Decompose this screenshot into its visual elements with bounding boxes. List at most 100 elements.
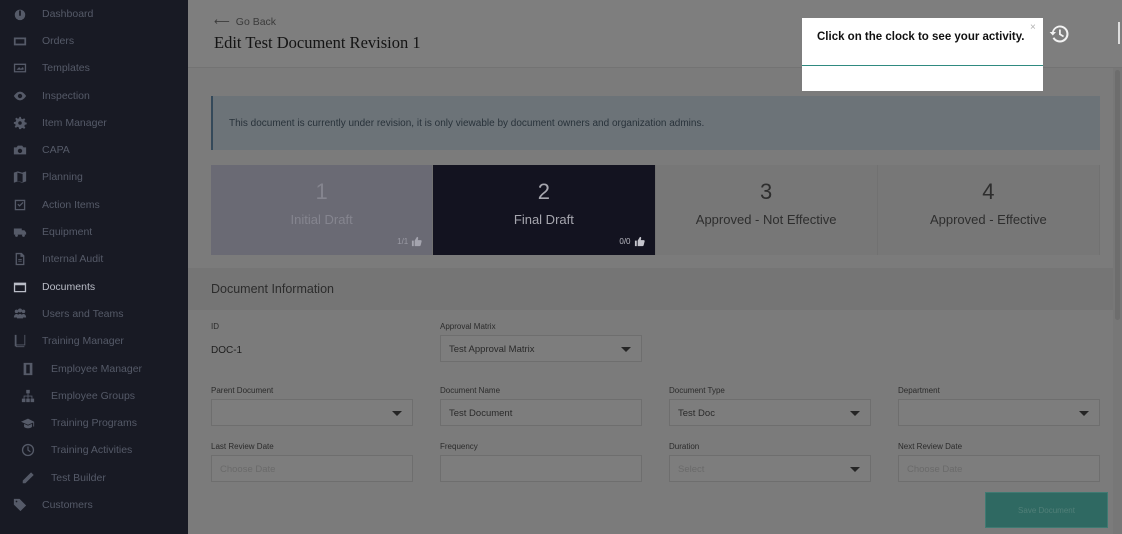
step-approved-effective[interactable]: 4 Approved - Effective bbox=[877, 165, 1100, 255]
sidebar-item-label: Equipment bbox=[42, 226, 93, 239]
sidebar-item-label: Templates bbox=[42, 62, 90, 75]
folder-icon bbox=[12, 279, 28, 295]
eye-icon bbox=[12, 88, 28, 104]
close-icon[interactable]: × bbox=[1030, 22, 1036, 33]
step-count-text: 0/0 bbox=[619, 237, 631, 246]
next-review-date-label: Next Review Date bbox=[898, 442, 963, 451]
chevron-down-icon bbox=[850, 411, 860, 416]
sidebar-item-employee-groups[interactable]: Employee Groups bbox=[0, 382, 188, 409]
step-number: 3 bbox=[760, 179, 773, 204]
activity-history-button[interactable] bbox=[1049, 23, 1071, 45]
duration-placeholder: Select bbox=[678, 464, 705, 475]
sidebar-item-planning[interactable]: Planning bbox=[0, 164, 188, 191]
approval-matrix-value: Test Approval Matrix bbox=[449, 344, 535, 355]
last-review-date-input[interactable]: Choose Date bbox=[211, 455, 413, 482]
dashboard-icon bbox=[12, 6, 28, 22]
sidebar-item-training-activities[interactable]: Training Activities bbox=[0, 437, 188, 464]
last-review-date-placeholder: Choose Date bbox=[220, 464, 276, 475]
activity-tooltip: Click on the clock to see your activity.… bbox=[802, 18, 1043, 91]
sidebar-item-label: Customers bbox=[42, 498, 93, 511]
step-number: 2 bbox=[537, 179, 550, 204]
step-final-draft[interactable]: 2 Final Draft 0/0 bbox=[433, 165, 656, 255]
sidebar-item-internal-audit[interactable]: Internal Audit bbox=[0, 246, 188, 273]
sidebar-item-item-manager[interactable]: Item Manager bbox=[0, 109, 188, 136]
history-clock-icon bbox=[1049, 25, 1069, 43]
step-approved-not-effective[interactable]: 3 Approved - Not Effective bbox=[655, 165, 878, 255]
tooltip-text: Click on the clock to see your activity. bbox=[817, 31, 1025, 43]
checkbox-icon bbox=[12, 197, 28, 213]
thumbs-up-icon bbox=[634, 236, 645, 247]
id-value: DOC-1 bbox=[211, 345, 243, 356]
revision-stepper: 1 Initial Draft 1/1 2 Final Draft 0/0 3 … bbox=[211, 165, 1100, 255]
tag-icon bbox=[12, 497, 28, 513]
next-review-date-input[interactable]: Choose Date bbox=[898, 455, 1100, 482]
chevron-down-icon bbox=[621, 347, 631, 352]
sidebar-item-label: Inspection bbox=[42, 89, 90, 102]
document-name-input[interactable]: Test Document bbox=[440, 399, 642, 426]
step-approval-count: 1/1 bbox=[397, 236, 422, 247]
sidebar-item-label: CAPA bbox=[42, 144, 70, 157]
sidebar-item-label: Internal Audit bbox=[42, 253, 104, 266]
graduation-cap-icon bbox=[20, 415, 36, 431]
sidebar-item-inspection[interactable]: Inspection bbox=[0, 82, 188, 109]
sidebar-item-label: Employee Manager bbox=[51, 362, 143, 375]
sidebar-item-orders[interactable]: Orders bbox=[0, 27, 188, 54]
go-back-link[interactable]: ⟵ Go Back bbox=[214, 15, 276, 29]
step-label: Approved - Not Effective bbox=[695, 212, 837, 227]
department-select[interactable] bbox=[898, 399, 1100, 426]
map-icon bbox=[12, 169, 28, 185]
sidebar-item-capa[interactable]: CAPA bbox=[0, 136, 188, 163]
sidebar-item-label: Users and Teams bbox=[42, 307, 124, 320]
chevron-down-icon bbox=[392, 411, 402, 416]
section-title: Document Information bbox=[211, 282, 334, 296]
step-number: 4 bbox=[982, 179, 995, 204]
sidebar-item-label: Training Activities bbox=[51, 444, 133, 457]
document-name-value: Test Document bbox=[449, 408, 513, 419]
page-title: Edit Test Document Revision 1 bbox=[214, 33, 421, 52]
parent-document-select[interactable] bbox=[211, 399, 413, 426]
approval-matrix-select[interactable]: Test Approval Matrix bbox=[440, 335, 642, 362]
sidebar-item-label: Training Manager bbox=[42, 335, 124, 348]
sidebar-item-documents[interactable]: Documents bbox=[0, 273, 188, 300]
sidebar-item-test-builder[interactable]: Test Builder bbox=[0, 464, 188, 491]
sitemap-icon bbox=[20, 388, 36, 404]
step-number: 1 bbox=[315, 179, 328, 204]
sidebar-item-dashboard[interactable]: Dashboard bbox=[0, 0, 188, 27]
clock-icon bbox=[20, 442, 36, 458]
sidebar-item-templates[interactable]: Templates bbox=[0, 55, 188, 82]
sidebar-item-training-programs[interactable]: Training Programs bbox=[0, 409, 188, 436]
tooltip-divider bbox=[802, 65, 1043, 66]
sidebar-item-training-manager[interactable]: Training Manager bbox=[0, 328, 188, 355]
document-type-value: Test Doc bbox=[678, 408, 715, 419]
save-document-button[interactable]: Save Document bbox=[985, 492, 1108, 528]
document-information-section: Document Information bbox=[188, 268, 1113, 310]
sidebar-item-action-items[interactable]: Action Items bbox=[0, 191, 188, 218]
duration-select[interactable]: Select bbox=[669, 455, 871, 482]
users-icon bbox=[12, 306, 28, 322]
arrow-left-icon: ⟵ bbox=[214, 16, 230, 28]
sidebar-item-label: Action Items bbox=[42, 198, 100, 211]
file-icon bbox=[12, 251, 28, 267]
step-approval-count: 0/0 bbox=[619, 236, 645, 247]
sidebar-item-employee-manager[interactable]: Employee Manager bbox=[0, 355, 188, 382]
sidebar-item-label: Item Manager bbox=[42, 116, 107, 129]
sidebar-item-users-and-teams[interactable]: Users and Teams bbox=[0, 300, 188, 327]
book-icon bbox=[12, 333, 28, 349]
sidebar-item-customers[interactable]: Customers bbox=[0, 491, 188, 518]
sidebar-item-label: Dashboard bbox=[42, 7, 94, 20]
thumbs-up-icon bbox=[412, 236, 422, 247]
step-label: Approved - Effective bbox=[929, 212, 1047, 227]
frequency-label: Frequency bbox=[440, 442, 478, 451]
chevron-down-icon bbox=[1079, 411, 1089, 416]
sidebar-item-label: Documents bbox=[42, 280, 96, 293]
pencil-icon bbox=[20, 470, 36, 486]
scrollbar-thumb[interactable] bbox=[1115, 70, 1120, 320]
document-type-label: Document Type bbox=[669, 386, 725, 395]
sidebar-item-equipment[interactable]: Equipment bbox=[0, 218, 188, 245]
frequency-input[interactable] bbox=[440, 455, 642, 482]
header-divider bbox=[1118, 22, 1120, 44]
revision-alert: This document is currently under revisio… bbox=[211, 96, 1100, 150]
id-label: ID bbox=[211, 322, 219, 331]
document-type-select[interactable]: Test Doc bbox=[669, 399, 871, 426]
step-initial-draft[interactable]: 1 Initial Draft 1/1 bbox=[211, 165, 434, 255]
